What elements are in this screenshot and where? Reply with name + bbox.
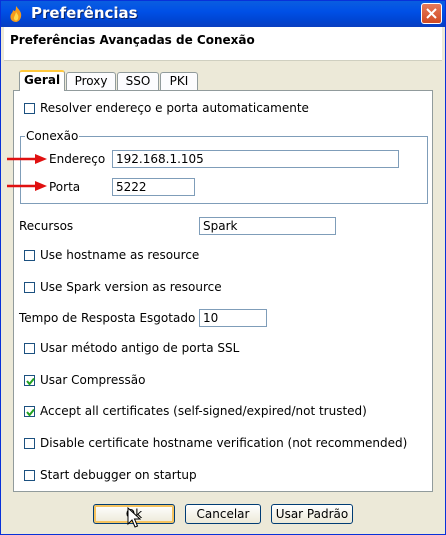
check-icon — [26, 377, 35, 386]
use-spark-version-checkbox[interactable] — [24, 282, 35, 293]
close-icon[interactable] — [421, 3, 442, 24]
tab-proxy[interactable]: Proxy — [66, 72, 116, 90]
use-defaults-button[interactable]: Usar Padrão — [271, 504, 353, 524]
cancel-button[interactable]: Cancelar — [185, 504, 261, 524]
mouse-cursor-icon — [127, 507, 141, 528]
tab-label: Geral — [23, 73, 61, 87]
accept-certs-checkbox[interactable] — [24, 406, 35, 417]
port-label: Porta — [49, 180, 81, 194]
use-hostname-checkbox[interactable] — [24, 250, 35, 261]
port-field[interactable]: 5222 — [112, 178, 195, 196]
connection-legend: Conexão — [25, 129, 80, 143]
dialog-title: Preferências Avançadas de Conexão — [10, 33, 255, 47]
window-title: Preferências — [31, 4, 138, 22]
old-ssl-label: Usar método antigo de porta SSL — [40, 341, 240, 355]
disable-hostname-verification-checkbox[interactable] — [24, 438, 35, 449]
auto-resolve-label: Resolver endereço e porta automaticament… — [40, 101, 309, 115]
debugger-label: Start debugger on startup — [40, 468, 197, 482]
use-hostname-label: Use hostname as resource — [40, 248, 200, 262]
red-arrow-icon — [7, 154, 47, 164]
general-tab-panel: Resolver endereço e porta automaticament… — [13, 90, 433, 492]
spark-flame-icon — [7, 5, 25, 23]
tab-pki[interactable]: PKI — [160, 72, 198, 90]
debugger-checkbox[interactable] — [24, 470, 35, 481]
address-label: Endereço — [49, 152, 106, 166]
compression-checkbox[interactable] — [24, 375, 35, 386]
tab-sso[interactable]: SSO — [117, 72, 159, 90]
dialog-header: Preferências Avançadas de Conexão — [4, 27, 442, 61]
red-arrow-icon — [7, 181, 47, 191]
tab-geral[interactable]: Geral — [19, 70, 65, 91]
tab-label: SSO — [125, 74, 151, 88]
compression-label: Usar Compressão — [40, 373, 146, 387]
preferences-window: Preferências Preferências Avançadas de C… — [0, 0, 446, 535]
timeout-field[interactable]: 10 — [199, 309, 267, 327]
accept-certs-label: Accept all certificates (self-signed/exp… — [40, 404, 367, 418]
check-icon — [26, 408, 35, 417]
title-bar[interactable]: Preferências — [1, 1, 445, 27]
auto-resolve-checkbox[interactable] — [24, 103, 35, 114]
resource-label: Recursos — [19, 219, 74, 233]
timeout-label: Tempo de Resposta Esgotado — [19, 311, 196, 325]
use-spark-version-label: Use Spark version as resource — [40, 280, 222, 294]
address-field[interactable]: 192.168.1.105 — [112, 150, 399, 168]
connection-group: Conexão Endereço 192.168.1.105 Porta 522… — [20, 129, 428, 204]
disable-hostname-verification-label: Disable certificate hostname verificatio… — [40, 436, 408, 450]
tab-label: Proxy — [74, 74, 108, 88]
resource-field[interactable]: Spark — [199, 217, 336, 235]
old-ssl-checkbox[interactable] — [24, 343, 35, 354]
tab-label: PKI — [169, 74, 189, 88]
